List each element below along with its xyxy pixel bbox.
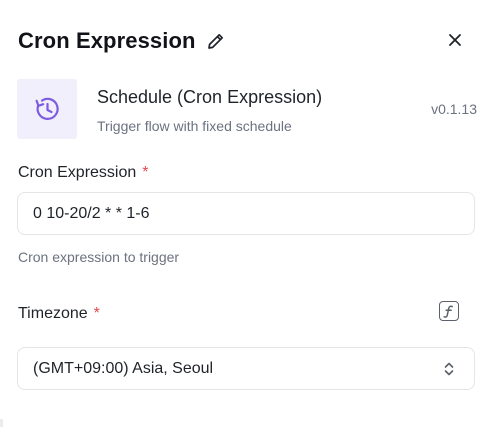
panel-header: Cron Expression bbox=[18, 24, 226, 58]
chevron-up-down-icon bbox=[442, 360, 456, 378]
cron-expression-value: 0 10-20/2 * * 1-6 bbox=[33, 204, 150, 222]
cron-expression-input[interactable]: 0 10-20/2 * * 1-6 bbox=[17, 192, 475, 235]
timezone-label-text: Timezone bbox=[18, 305, 88, 322]
node-version: v0.1.13 bbox=[431, 101, 477, 117]
node-config-panel: Cron Expression Schedule (Cron Expressio… bbox=[0, 0, 496, 427]
node-summary: Schedule (Cron Expression) Trigger flow … bbox=[17, 79, 479, 141]
timezone-select[interactable]: (GMT+09:00) Asia, Seoul bbox=[17, 347, 475, 390]
node-icon-box bbox=[17, 79, 77, 139]
required-mark: * bbox=[93, 305, 100, 322]
function-icon[interactable] bbox=[439, 301, 459, 321]
close-icon[interactable] bbox=[444, 29, 466, 51]
required-mark: * bbox=[142, 164, 149, 181]
node-description: Trigger flow with fixed schedule bbox=[97, 118, 292, 134]
pencil-icon[interactable] bbox=[206, 31, 226, 51]
cron-expression-label-text: Cron Expression bbox=[18, 164, 137, 181]
cron-expression-label: Cron Expression * bbox=[18, 164, 149, 182]
clock-icon bbox=[35, 97, 59, 120]
node-title: Schedule (Cron Expression) bbox=[97, 87, 323, 107]
timezone-selected-value: (GMT+09:00) Asia, Seoul bbox=[33, 359, 214, 377]
scroll-edge bbox=[0, 419, 3, 427]
timezone-label: Timezone * bbox=[18, 305, 100, 323]
cron-expression-helper: Cron expression to trigger bbox=[18, 249, 180, 265]
panel-title: Cron Expression bbox=[18, 28, 196, 53]
